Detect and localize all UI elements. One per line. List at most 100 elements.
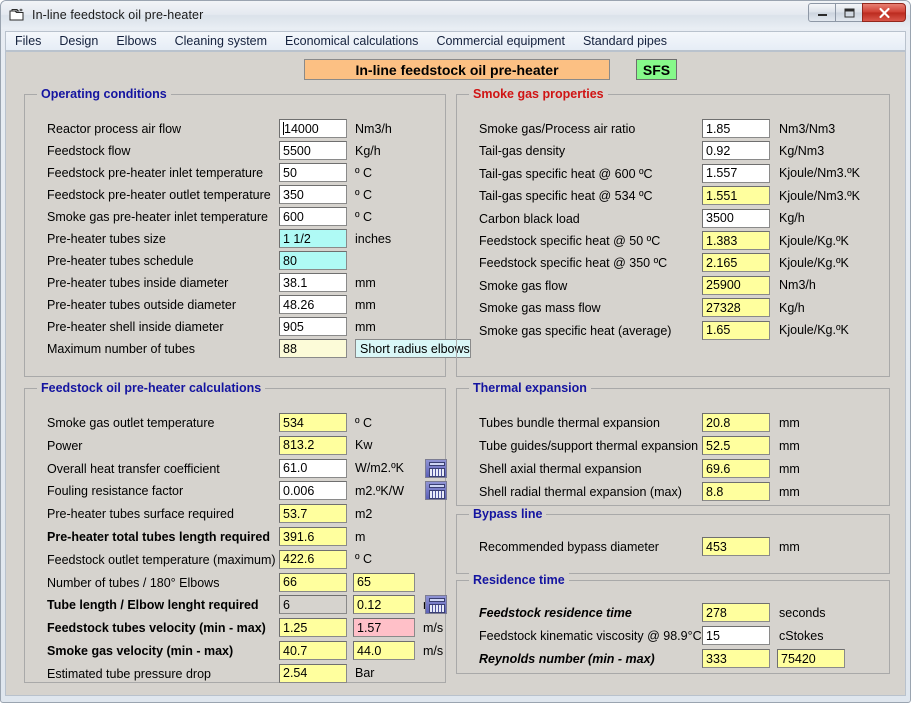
input-tail-gas-specific-heat-534-c[interactable]: 1.551	[702, 186, 770, 206]
input-carbon-black-load[interactable]: 3500	[702, 208, 770, 228]
input-feedstock-kinematic-viscosity-98-9-c[interactable]: 15	[702, 626, 770, 645]
short-radius-elbows-button[interactable]: Short radius elbows	[355, 339, 471, 358]
label-fouling-resistance-factor: Fouling resistance factor	[47, 484, 184, 499]
menu-item-elbows[interactable]: Elbows	[107, 33, 165, 50]
title-bar: In-line feedstock oil pre-heater	[1, 1, 910, 29]
unit-smoke-gas-velocity-min-max: m/s	[423, 643, 444, 658]
window-controls	[808, 3, 906, 22]
input-smoke-gas-velocity-min-max[interactable]: 40.7	[279, 641, 347, 660]
input-reynolds-number-min-max-max[interactable]: 75420	[777, 649, 845, 668]
minimize-button[interactable]	[808, 3, 836, 22]
label-smoke-gas-process-air-ratio: Smoke gas/Process air ratio	[479, 122, 636, 136]
label-feedstock-specific-heat-50-c: Feedstock specific heat @ 50 ºC	[479, 234, 661, 248]
input-estimated-tube-pressure-drop[interactable]: 2.54	[279, 663, 347, 683]
unit-smoke-gas-flow: Nm3/h	[779, 278, 816, 293]
input-tube-length-elbow-lenght-required-max[interactable]: 0.12	[353, 595, 415, 615]
label-carbon-black-load: Carbon black load	[479, 211, 580, 226]
input-tail-gas-density[interactable]: 0.92	[702, 141, 770, 161]
unit-tubes-bundle-thermal-expansion: mm	[779, 415, 800, 430]
input-feedstock-tubes-velocity-min-max-max[interactable]: 1.57	[353, 618, 415, 638]
input-smoke-gas-mass-flow[interactable]: 27328	[702, 298, 770, 318]
unit-tail-gas-density: Kg/Nm3	[779, 143, 825, 158]
calculator-icon-button[interactable]	[425, 458, 447, 478]
menu-item-commercial-equipment[interactable]: Commercial equipment	[427, 33, 574, 50]
menu-item-cleaning-system[interactable]: Cleaning system	[166, 33, 276, 50]
calculator-screen	[429, 484, 445, 489]
calculator-icon-button[interactable]	[425, 481, 447, 501]
input-pre-heater-tubes-schedule[interactable]: 80	[279, 251, 347, 270]
label-tail-gas-density: Tail-gas density	[479, 144, 566, 159]
unit-pre-heater-total-tubes-length-required: m	[355, 529, 366, 544]
unit-feedstock-pre-heater-inlet-temperature: º C	[355, 165, 373, 180]
label-shell-radial-thermal-expansion-max: Shell radial thermal expansion (max)	[479, 485, 682, 499]
unit-smoke-gas-mass-flow: Kg/h	[779, 300, 805, 315]
input-reactor-process-air-flow[interactable]: 14000	[279, 119, 347, 138]
input-number-of-tubes-180-elbows-max[interactable]: 65	[353, 572, 415, 592]
input-feedstock-tubes-velocity-min-max[interactable]: 1.25	[279, 618, 347, 638]
input-feedstock-specific-heat-350-c[interactable]: 2.165	[702, 253, 770, 273]
maximize-button[interactable]	[835, 3, 863, 22]
label-tube-guides-support-thermal-expansion: Tube guides/support thermal expansion	[479, 439, 699, 453]
menu-item-economical-calculations[interactable]: Economical calculations	[276, 33, 427, 50]
label-pre-heater-tubes-outside-diameter: Pre-heater tubes outside diameter	[47, 298, 236, 312]
input-overall-heat-transfer-coefficient[interactable]: 61.0	[279, 458, 347, 478]
input-tail-gas-specific-heat-600-c[interactable]: 1.557	[702, 163, 770, 183]
input-recommended-bypass-diameter[interactable]: 453	[702, 537, 770, 556]
unit-feedstock-flow: Kg/h	[355, 143, 381, 158]
input-pre-heater-tubes-outside-diameter[interactable]: 48.26	[279, 295, 347, 314]
input-tubes-bundle-thermal-expansion[interactable]: 20.8	[702, 413, 770, 432]
label-pre-heater-shell-inside-diameter: Pre-heater shell inside diameter	[47, 320, 224, 334]
window-title: In-line feedstock oil pre-heater	[32, 8, 204, 22]
input-feedstock-outlet-temperature-maximum[interactable]: 422.6	[279, 549, 347, 569]
input-feedstock-specific-heat-50-c[interactable]: 1.383	[702, 231, 770, 250]
input-pre-heater-total-tubes-length-required[interactable]: 391.6	[279, 527, 347, 546]
input-shell-radial-thermal-expansion-max[interactable]: 8.8	[702, 482, 770, 501]
input-smoke-gas-process-air-ratio[interactable]: 1.85	[702, 119, 770, 138]
menu-item-standard-pipes[interactable]: Standard pipes	[574, 33, 676, 50]
input-feedstock-flow[interactable]: 5500	[279, 141, 347, 160]
input-power[interactable]: 813.2	[279, 435, 347, 455]
input-feedstock-pre-heater-inlet-temperature[interactable]: 50	[279, 163, 347, 182]
input-number-of-tubes-180-elbows[interactable]: 66	[279, 572, 347, 592]
unit-pre-heater-tubes-surface-required: m2	[355, 506, 373, 521]
input-smoke-gas-specific-heat-average[interactable]: 1.65	[702, 320, 770, 340]
input-smoke-gas-outlet-temperature[interactable]: 534	[279, 413, 347, 432]
input-tube-guides-support-thermal-expansion[interactable]: 52.5	[702, 436, 770, 455]
input-pre-heater-tubes-size[interactable]: 1 1/2	[279, 229, 347, 248]
unit-recommended-bypass-diameter: mm	[779, 539, 800, 554]
group-title-thermal-expansion: Thermal expansion	[469, 381, 591, 395]
group-title-bypass-line: Bypass line	[469, 507, 547, 521]
close-button[interactable]	[862, 3, 906, 22]
label-feedstock-specific-heat-350-c: Feedstock specific heat @ 350 ºC	[479, 256, 668, 271]
input-pre-heater-tubes-surface-required[interactable]: 53.7	[279, 504, 347, 524]
menu-item-design[interactable]: Design	[50, 33, 107, 50]
input-tube-length-elbow-lenght-required[interactable]: 6	[279, 595, 347, 615]
unit-smoke-gas-outlet-temperature: º C	[355, 415, 373, 430]
calculator-icon-button[interactable]	[425, 595, 447, 615]
label-smoke-gas-velocity-min-max: Smoke gas velocity (min - max)	[47, 644, 234, 658]
window-document-icon	[9, 8, 25, 22]
input-reynolds-number-min-max[interactable]: 333	[702, 649, 770, 668]
unit-feedstock-specific-heat-350-c: Kjoule/Kg.ºK	[779, 255, 849, 270]
menu-bar: Files Design Elbows Cleaning system Economic…	[5, 31, 906, 51]
input-fouling-resistance-factor[interactable]: 0.006	[279, 481, 347, 501]
input-maximum-number-of-tubes[interactable]: 88	[279, 339, 347, 358]
input-smoke-gas-pre-heater-inlet-temperature[interactable]: 600	[279, 207, 347, 226]
input-smoke-gas-velocity-min-max-max[interactable]: 44.0	[353, 641, 415, 660]
label-reynolds-number-min-max: Reynolds number (min - max)	[479, 652, 655, 666]
menu-item-files[interactable]: Files	[6, 33, 50, 50]
input-feedstock-residence-time[interactable]: 278	[702, 603, 770, 622]
calculator-keys-icon	[429, 467, 445, 477]
input-shell-axial-thermal-expansion[interactable]: 69.6	[702, 459, 770, 478]
label-pre-heater-total-tubes-length-required: Pre-heater total tubes length required	[47, 530, 270, 544]
input-feedstock-pre-heater-outlet-temperature[interactable]: 350	[279, 185, 347, 204]
input-pre-heater-shell-inside-diameter[interactable]: 905	[279, 317, 347, 336]
input-pre-heater-tubes-inside-diameter[interactable]: 38.1	[279, 273, 347, 292]
label-tail-gas-specific-heat-600-c: Tail-gas specific heat @ 600 ºC	[479, 166, 653, 181]
label-feedstock-pre-heater-outlet-temperature: Feedstock pre-heater outlet temperature	[47, 188, 271, 202]
input-smoke-gas-flow[interactable]: 25900	[702, 275, 770, 295]
label-smoke-gas-specific-heat-average: Smoke gas specific heat (average)	[479, 323, 672, 338]
page-title-banner: In-line feedstock oil pre-heater	[304, 59, 610, 80]
label-pre-heater-tubes-surface-required: Pre-heater tubes surface required	[47, 507, 234, 522]
unit-feedstock-kinematic-viscosity-98-9-c: cStokes	[779, 628, 824, 643]
